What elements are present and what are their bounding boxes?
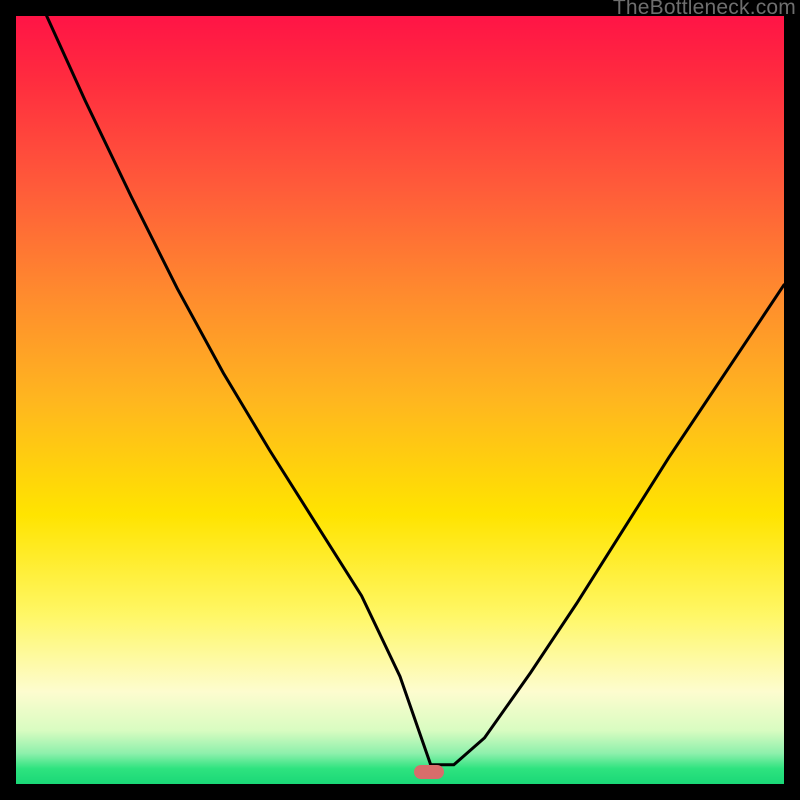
- optimum-marker: [414, 765, 444, 779]
- plot-frame: [16, 16, 784, 784]
- watermark-text: TheBottleneck.com: [613, 0, 796, 20]
- background-gradient: [16, 16, 784, 784]
